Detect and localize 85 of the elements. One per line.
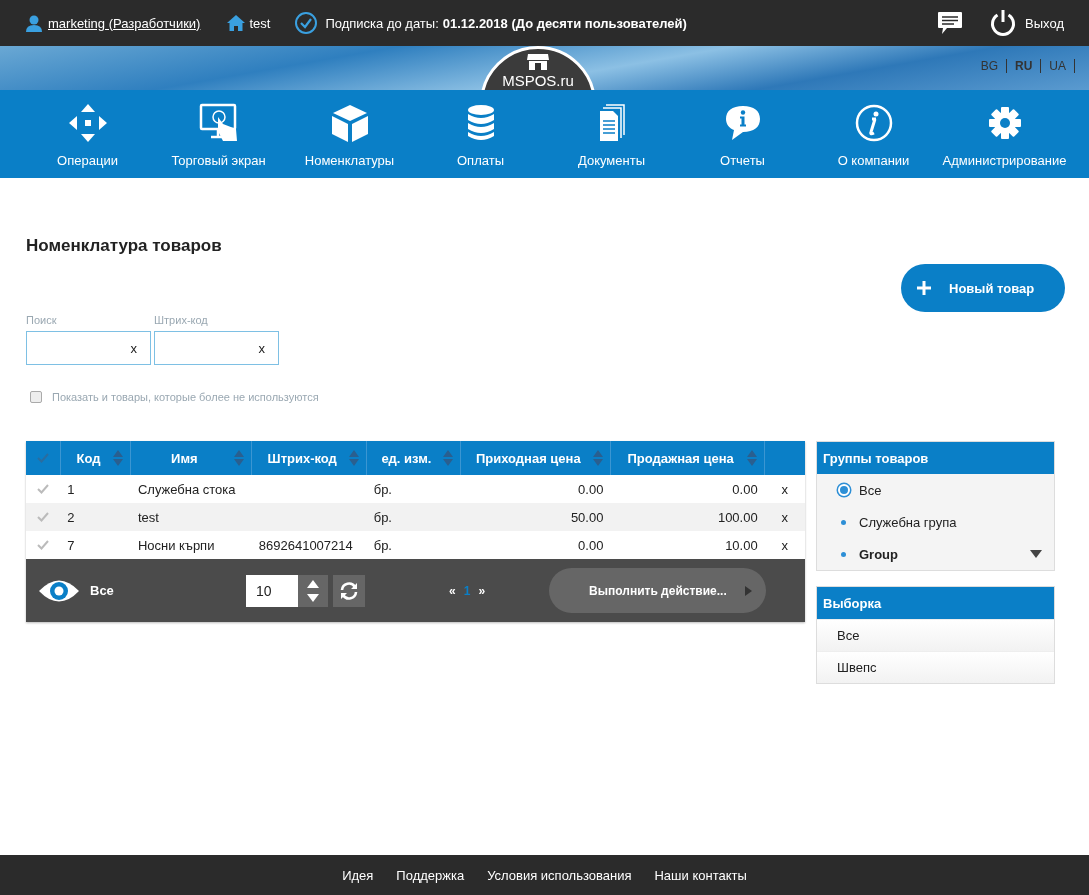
group-item[interactable]: Все bbox=[817, 474, 1054, 506]
table-cell: бр. bbox=[366, 475, 461, 503]
user-link[interactable]: marketing (Разработчики) bbox=[26, 14, 201, 32]
column-header[interactable]: Имя bbox=[130, 441, 252, 475]
refresh-icon bbox=[339, 580, 359, 601]
sort-icon bbox=[113, 450, 124, 466]
delete-button[interactable]: x bbox=[781, 537, 789, 553]
check-icon[interactable] bbox=[37, 511, 50, 522]
table-cell: Служебна стока bbox=[130, 475, 252, 503]
page-title: Номенклатура товаров bbox=[26, 236, 222, 257]
table-cell: 0.00 bbox=[460, 475, 611, 503]
spinner-button[interactable] bbox=[298, 574, 328, 607]
logout-link[interactable]: Выход bbox=[989, 9, 1064, 37]
clear-button[interactable]: x bbox=[258, 340, 265, 356]
sort-icon bbox=[349, 450, 360, 466]
clock-check-icon bbox=[294, 11, 319, 35]
nav-item[interactable]: Оплаты bbox=[415, 90, 546, 178]
header-cell bbox=[764, 441, 805, 475]
logo: MSPOS.ru bbox=[480, 46, 596, 90]
table-cell: бр. bbox=[366, 503, 461, 531]
new-product-button[interactable]: Новый товар bbox=[901, 264, 1065, 312]
subscription-date: 01.12.2018 (До десяти пользователей) bbox=[442, 15, 687, 31]
table-cell: 8692641007214 bbox=[258, 537, 353, 553]
sort-icon bbox=[234, 450, 245, 466]
panel-title: Выборка bbox=[817, 587, 1054, 619]
home-icon bbox=[226, 14, 247, 32]
table-cell: 1 bbox=[60, 475, 131, 503]
table-cell: 100.00 bbox=[610, 503, 765, 531]
table-cell: 50.00 bbox=[460, 503, 611, 531]
caret-icon[interactable] bbox=[1030, 550, 1042, 558]
field-label: Поиск bbox=[26, 314, 58, 326]
column-header[interactable]: Код bbox=[60, 441, 131, 475]
check-icon bbox=[36, 452, 49, 463]
nav-item[interactable]: Операции bbox=[22, 90, 153, 178]
power-icon bbox=[989, 9, 1018, 37]
info-icon bbox=[853, 103, 894, 143]
user-icon bbox=[26, 14, 42, 32]
input-field[interactable]: x bbox=[154, 331, 279, 365]
nav-item[interactable]: Администрирование bbox=[939, 90, 1070, 178]
plus-icon bbox=[917, 281, 931, 295]
check-icon[interactable] bbox=[37, 483, 50, 494]
page-size-field[interactable]: 10 bbox=[246, 574, 298, 607]
footer-link[interactable]: Условия использования bbox=[487, 867, 632, 883]
checkbox-label: Показать и товары, которые более не используются bbox=[52, 391, 319, 403]
action-button[interactable]: Выполнить действие... bbox=[549, 568, 767, 613]
nav-item[interactable]: Отчеты bbox=[677, 90, 808, 178]
table-cell: test bbox=[130, 503, 252, 531]
sort-icon bbox=[442, 450, 453, 466]
field-label: Штрих-код bbox=[154, 314, 209, 326]
home-link[interactable]: test bbox=[226, 14, 271, 32]
column-header[interactable]: Продажная цена bbox=[610, 441, 765, 475]
nav-item[interactable]: О компании bbox=[808, 90, 939, 178]
sort-icon bbox=[592, 450, 603, 466]
group-item[interactable]: Служебна група bbox=[817, 506, 1054, 538]
footer-link[interactable]: Наши контакты bbox=[654, 867, 747, 883]
input-field[interactable]: x bbox=[26, 331, 151, 365]
nav-item[interactable]: Документы bbox=[546, 90, 677, 178]
column-header[interactable]: Штрих-код bbox=[251, 441, 367, 475]
cube-icon bbox=[329, 103, 370, 143]
play-icon bbox=[745, 585, 753, 596]
message-icon[interactable] bbox=[937, 11, 964, 35]
prev-page-link[interactable]: « bbox=[449, 583, 456, 598]
refresh-button[interactable] bbox=[333, 574, 365, 607]
delete-button[interactable]: x bbox=[781, 509, 789, 525]
subscription-label: Подписка до даты: bbox=[325, 15, 439, 31]
column-header[interactable]: Приходная цена bbox=[460, 441, 611, 475]
table-cell: 0.00 bbox=[610, 475, 765, 503]
footer-link[interactable]: Идея bbox=[342, 867, 374, 883]
nav-item[interactable]: Торговый экран bbox=[153, 90, 284, 178]
touch-screen-icon bbox=[198, 103, 239, 143]
check-icon[interactable] bbox=[37, 539, 50, 550]
nav-item[interactable]: Номенклатуры bbox=[284, 90, 415, 178]
column-header[interactable]: ед. изм. bbox=[366, 441, 461, 475]
delete-button[interactable]: x bbox=[781, 481, 789, 497]
sort-icon bbox=[747, 450, 758, 466]
table-cell: 2 bbox=[60, 503, 131, 531]
panel-title: Группы товаров bbox=[817, 442, 1054, 474]
move-arrows-icon bbox=[67, 103, 108, 143]
shop-icon bbox=[526, 53, 550, 71]
view-filter[interactable]: Все bbox=[38, 577, 246, 604]
next-page-link[interactable]: » bbox=[478, 583, 486, 598]
group-item[interactable]: Group bbox=[817, 538, 1054, 570]
footer-link[interactable]: Поддержка bbox=[396, 867, 465, 883]
clear-button[interactable]: x bbox=[130, 340, 137, 356]
checkbox[interactable] bbox=[30, 391, 42, 403]
